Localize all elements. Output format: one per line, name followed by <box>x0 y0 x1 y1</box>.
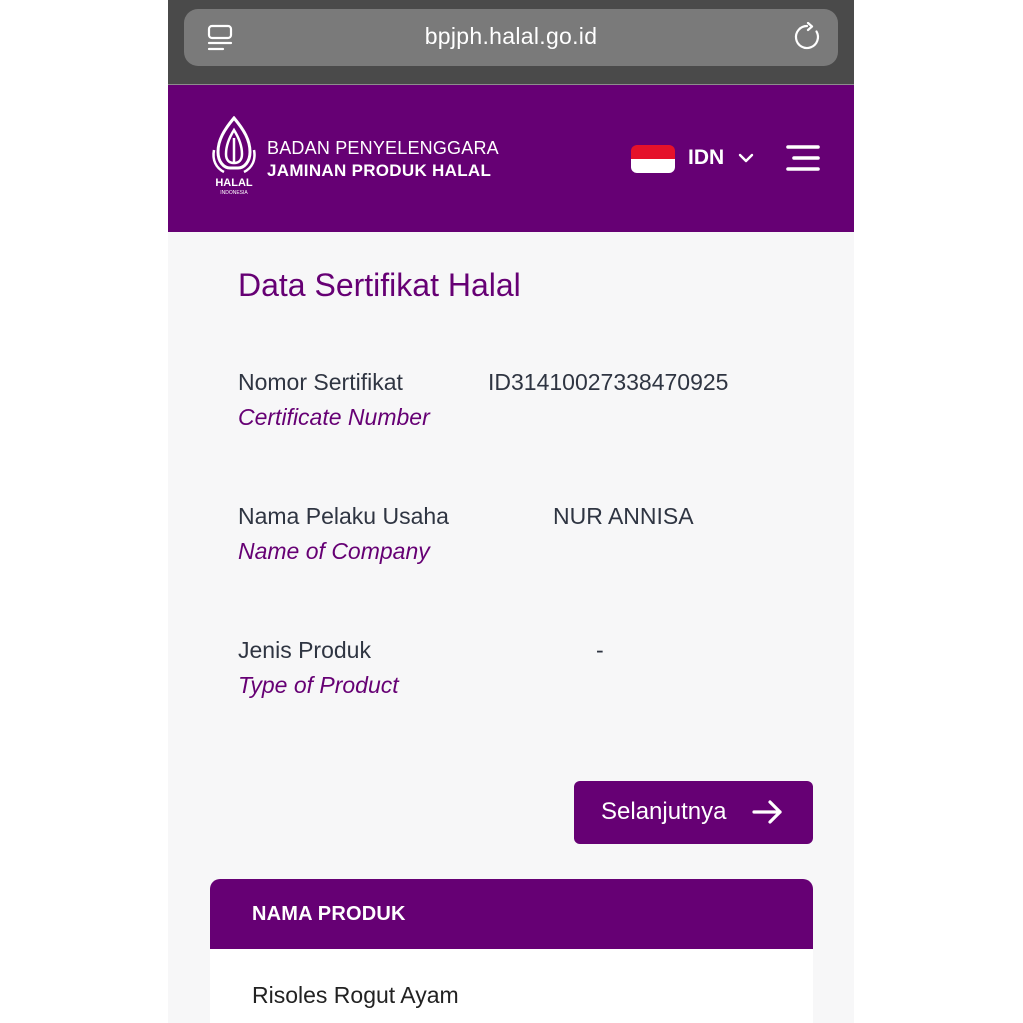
next-button[interactable]: Selanjutnya <box>574 781 813 844</box>
language-selector[interactable]: IDN <box>631 142 759 174</box>
next-button-label: Selanjutnya <box>601 798 727 825</box>
language-label: IDN <box>688 146 725 169</box>
chevron-down-icon <box>738 153 754 163</box>
certificate-number-label: Nomor Sertifikat <box>238 369 403 395</box>
product-list-header-label: NAMA PRODUK <box>252 903 406 925</box>
page-title: Data Sertifikat Halal <box>238 267 521 303</box>
product-list-header: NAMA PRODUK <box>210 879 813 949</box>
halal-logo-icon[interactable]: HALAL INDONESIA <box>210 116 258 196</box>
browser-toolbar: bpjph.halal.go.id <box>168 0 854 85</box>
product-type-value: - <box>596 637 604 663</box>
company-name-sublabel: Name of Company <box>238 538 430 564</box>
certificate-number-value: ID31410027338470925 <box>488 369 729 395</box>
list-item: Risoles Rogut Ayam <box>252 982 459 1008</box>
indonesia-flag-icon <box>631 145 675 173</box>
org-name-line1: BADAN PENYELENGGARA <box>267 138 499 158</box>
phone-viewport: bpjph.halal.go.id HALAL INDONESIA BADAN … <box>168 0 854 1023</box>
logo-text: HALAL <box>215 177 253 189</box>
reload-icon[interactable] <box>792 22 822 52</box>
company-name-label: Nama Pelaku Usaha <box>238 503 449 529</box>
hamburger-menu-icon[interactable] <box>786 144 820 172</box>
address-bar[interactable]: bpjph.halal.go.id <box>184 9 838 66</box>
product-type-sublabel: Type of Product <box>238 672 399 698</box>
site-header: HALAL INDONESIA BADAN PENYELENGGARA JAMI… <box>168 85 854 232</box>
company-name-value: NUR ANNISA <box>553 503 694 529</box>
product-type-label: Jenis Produk <box>238 637 371 663</box>
arrow-right-icon <box>752 800 782 824</box>
product-list-card: NAMA PRODUK Risoles Rogut Ayam <box>210 879 813 1023</box>
logo-subtext: INDONESIA <box>220 190 248 196</box>
org-name-line2: JAMINAN PRODUK HALAL <box>267 161 492 180</box>
url-text[interactable]: bpjph.halal.go.id <box>184 23 838 50</box>
certificate-number-sublabel: Certificate Number <box>238 404 430 430</box>
